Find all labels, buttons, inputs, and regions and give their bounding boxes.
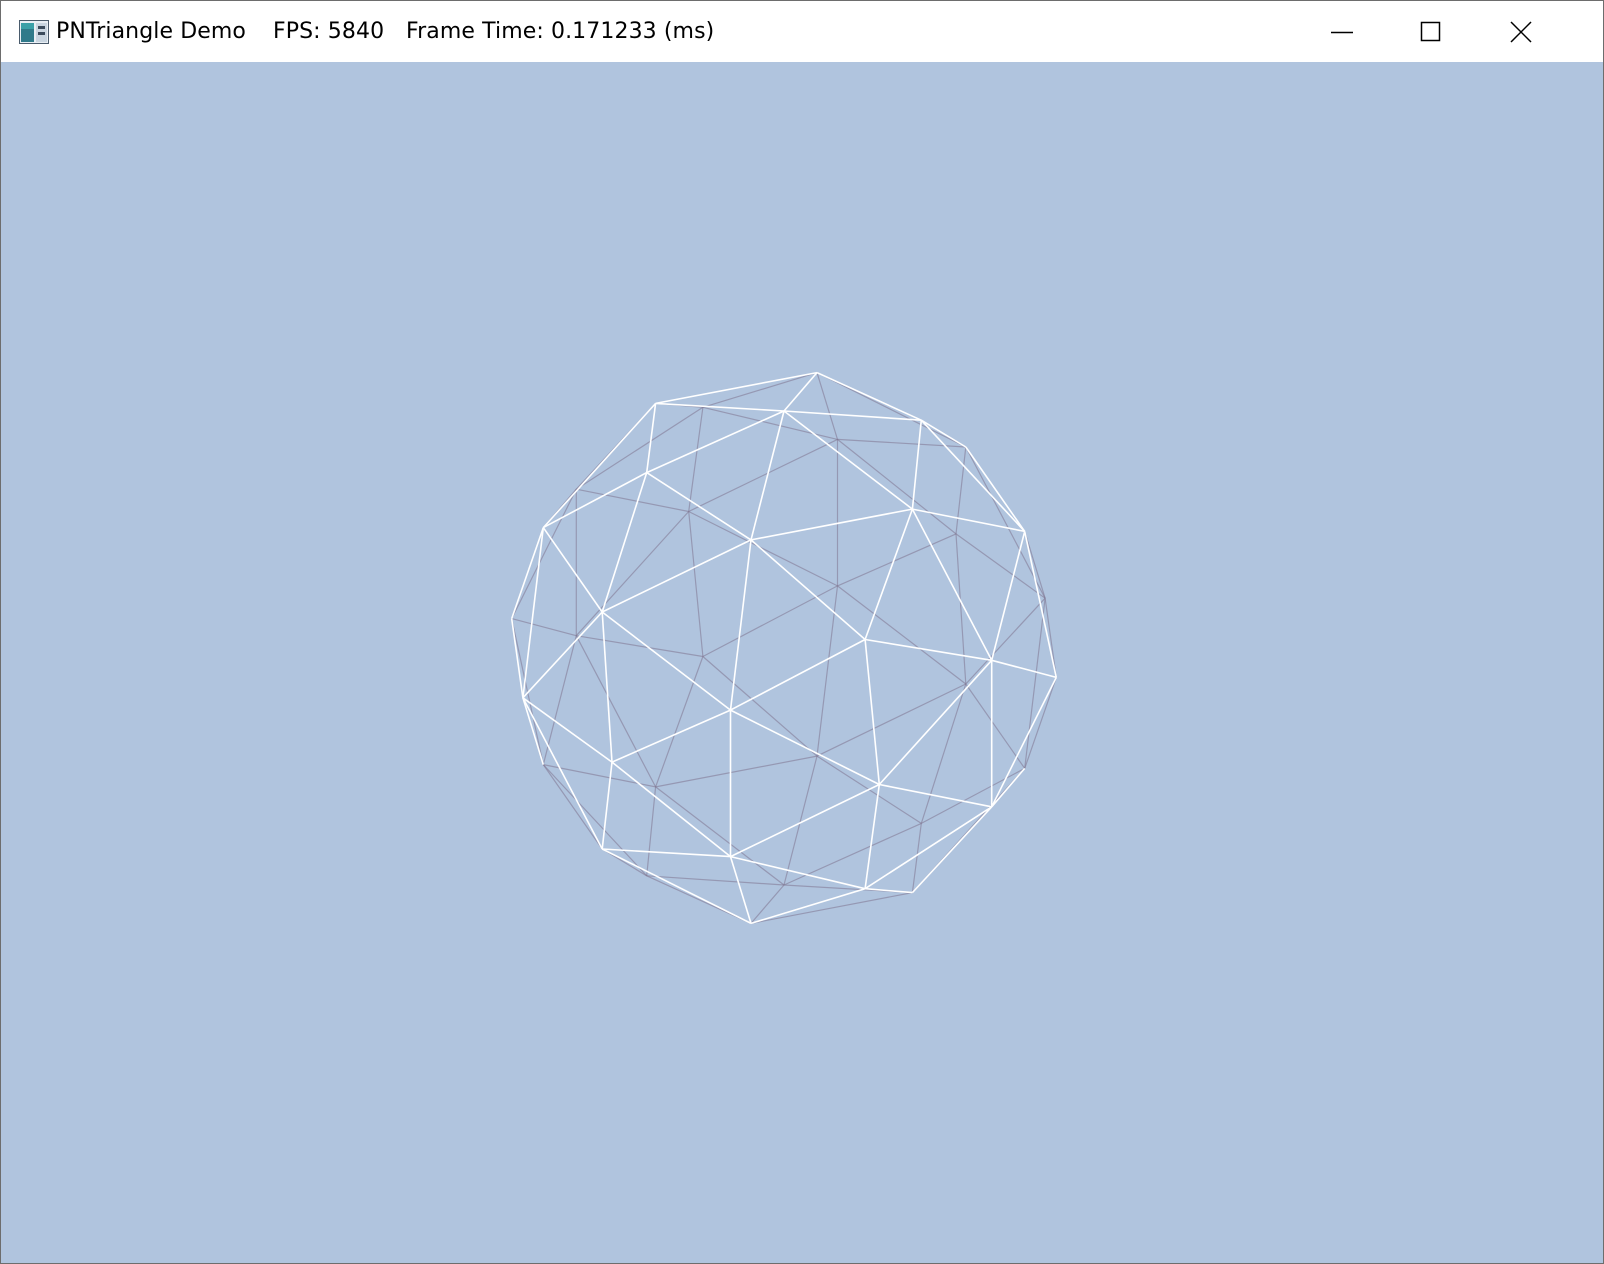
mesh-edge xyxy=(783,755,818,886)
mesh-edge xyxy=(602,848,731,858)
mesh-edge xyxy=(575,635,657,788)
mesh-edge xyxy=(601,539,752,613)
mesh-edge xyxy=(575,511,690,637)
minimize-icon xyxy=(1331,31,1353,33)
close-icon xyxy=(1510,20,1532,43)
mesh-edge xyxy=(688,510,838,587)
mesh-edge xyxy=(783,410,922,421)
title-bar[interactable]: PNTriangle Demo FPS: 5840 Frame Time: 0.… xyxy=(1,1,1603,62)
mesh-edge xyxy=(542,764,648,877)
mesh-edge xyxy=(920,683,967,824)
mesh-edge xyxy=(646,875,785,886)
mesh-edge xyxy=(864,639,881,785)
wireframe-sphere xyxy=(510,371,1058,925)
mesh-edge xyxy=(911,420,923,510)
mesh-edge xyxy=(1024,598,1046,769)
mesh-edge xyxy=(816,585,839,757)
mesh-edge xyxy=(729,539,752,711)
mesh-edge xyxy=(655,371,818,405)
mesh-edge xyxy=(783,822,922,886)
sphere-back-edges xyxy=(511,372,1057,924)
mesh-edge xyxy=(816,372,839,440)
mesh-edge xyxy=(601,848,752,925)
mesh-edge xyxy=(646,786,657,876)
fps-readout: FPS: 5840 xyxy=(273,19,385,44)
mesh-edge xyxy=(990,531,1026,661)
mesh-edge xyxy=(511,618,544,765)
mesh-edge xyxy=(965,683,1026,769)
mesh-edge xyxy=(730,638,866,711)
mesh-edge xyxy=(601,762,613,850)
frame-time-readout: Frame Time: 0.171233 (ms) xyxy=(406,19,715,44)
mesh-edge xyxy=(816,683,967,757)
mesh-edge xyxy=(729,856,752,924)
mesh-edge xyxy=(645,403,657,473)
mesh-edge xyxy=(1023,531,1058,678)
mesh-edge xyxy=(576,635,703,658)
mesh-edge xyxy=(542,402,657,529)
window-title: PNTriangle Demo xyxy=(56,19,246,44)
mesh-edge xyxy=(542,527,603,613)
mesh-edge xyxy=(864,784,881,889)
minimize-button[interactable] xyxy=(1296,1,1388,62)
mesh-edge xyxy=(542,764,603,850)
mesh-edge xyxy=(750,887,866,925)
mesh-edge xyxy=(511,618,577,637)
application-icon[interactable] xyxy=(19,20,49,44)
maximize-button[interactable] xyxy=(1385,1,1477,62)
mesh-edge xyxy=(730,855,866,890)
maximize-icon xyxy=(1420,21,1441,41)
mesh-edge xyxy=(522,527,545,698)
app-window: PNTriangle Demo FPS: 5840 Frame Time: 0.… xyxy=(0,0,1604,1264)
mesh-edge xyxy=(702,372,818,408)
mesh-edge xyxy=(511,488,577,619)
mesh-edge xyxy=(688,511,704,657)
mesh-edge xyxy=(655,656,704,788)
mesh-edge xyxy=(837,585,967,685)
mesh-edge xyxy=(879,783,992,808)
mesh-edge xyxy=(601,611,731,711)
mesh-edge xyxy=(730,783,880,858)
mesh-edge xyxy=(990,677,1058,808)
mesh-edge xyxy=(688,407,704,512)
mesh-edge xyxy=(730,709,880,786)
mesh-edge xyxy=(878,659,993,786)
mesh-edge xyxy=(837,438,966,448)
mesh-edge xyxy=(655,755,818,788)
mesh-edge xyxy=(750,539,866,641)
mesh-edge xyxy=(750,508,913,541)
mesh-edge xyxy=(816,371,922,421)
mesh-edge xyxy=(750,892,913,924)
mesh-edge xyxy=(783,410,913,510)
render-viewport[interactable] xyxy=(1,62,1603,1263)
mesh-edge xyxy=(864,508,914,640)
mesh-edge xyxy=(646,410,785,474)
mesh-edge xyxy=(816,372,967,448)
mesh-edge xyxy=(750,410,785,541)
mesh-edge xyxy=(991,659,1057,679)
mesh-edge xyxy=(688,438,838,513)
mesh-edge xyxy=(702,585,838,658)
mesh-edge xyxy=(702,406,838,440)
mesh-edge xyxy=(702,656,818,757)
close-button[interactable] xyxy=(1475,1,1567,62)
mesh-edge xyxy=(1024,677,1057,769)
mesh-edge xyxy=(510,618,524,698)
mesh-edge xyxy=(655,402,785,412)
mesh-edge xyxy=(1044,598,1057,678)
mesh-edge xyxy=(864,638,992,662)
mesh-edge xyxy=(655,786,785,886)
mesh-edge xyxy=(611,709,731,763)
sphere-front-edges xyxy=(510,371,1058,925)
mesh-edge xyxy=(965,446,1026,532)
mesh-edge xyxy=(911,508,993,661)
